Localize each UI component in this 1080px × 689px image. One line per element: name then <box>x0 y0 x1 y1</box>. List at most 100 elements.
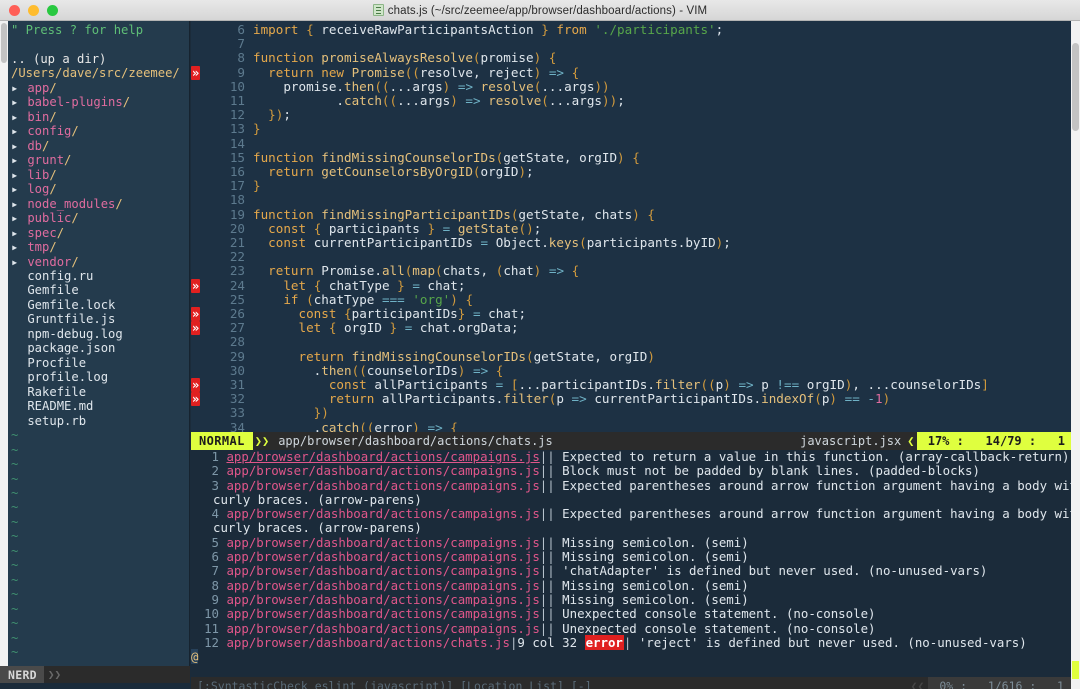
code-line[interactable]: 13 } <box>191 122 989 136</box>
nerdtree-dir-tmp[interactable]: ▸ tmp/ <box>9 240 189 254</box>
location-list-row[interactable]: 12 app/browser/dashboard/actions/chats.j… <box>191 636 1071 650</box>
code-line[interactable]: »31 const allParticipants = [...particip… <box>191 378 989 392</box>
chevron-right-icon[interactable]: ▸ <box>11 124 20 138</box>
code-line[interactable]: 15 function findMissingCounselorIDs(getS… <box>191 151 989 165</box>
code-line[interactable]: »27 let { orgID } = chat.orgData; <box>191 321 989 335</box>
nerdtree-file-README.md[interactable]: README.md <box>9 399 189 413</box>
location-list-row[interactable]: 10 app/browser/dashboard/actions/campaig… <box>191 607 1071 621</box>
code-editor-pane[interactable]: 6 import { receiveRawParticipantsAction … <box>191 21 1071 432</box>
nerdtree-file-Gemfile.lock[interactable]: Gemfile.lock <box>9 298 189 312</box>
location-list-file[interactable]: app/browser/dashboard/actions/campaigns.… <box>226 578 539 593</box>
location-list-file[interactable]: app/browser/dashboard/actions/campaigns.… <box>226 463 539 478</box>
nerdtree-dir-public[interactable]: ▸ public/ <box>9 211 189 225</box>
location-list-row[interactable]: 1 app/browser/dashboard/actions/campaign… <box>191 450 1071 464</box>
code-line[interactable]: »9 return new Promise((resolve, reject) … <box>191 66 989 80</box>
location-list-file[interactable]: app/browser/dashboard/actions/campaigns.… <box>226 563 539 578</box>
nerdtree-file-Gemfile[interactable]: Gemfile <box>9 283 189 297</box>
location-list-file[interactable]: app/browser/dashboard/actions/chats.js <box>226 635 509 650</box>
location-list-row[interactable]: 2 app/browser/dashboard/actions/campaign… <box>191 464 1071 478</box>
location-list-file[interactable]: app/browser/dashboard/actions/campaigns.… <box>226 450 539 464</box>
nerdtree-dir-db[interactable]: ▸ db/ <box>9 139 189 153</box>
code-line[interactable]: 6 import { receiveRawParticipantsAction … <box>191 23 989 37</box>
location-list-row[interactable]: 4 app/browser/dashboard/actions/campaign… <box>191 507 1071 521</box>
code-line[interactable]: 12 }); <box>191 108 989 122</box>
code-line[interactable]: 22 <box>191 250 989 264</box>
location-list-row[interactable]: 6 app/browser/dashboard/actions/campaign… <box>191 550 1071 564</box>
nerdtree-dir-node_modules[interactable]: ▸ node_modules/ <box>9 197 189 211</box>
code-line[interactable]: 20 const { participants } = getState(); <box>191 222 989 236</box>
code-line[interactable]: »26 const {participantIDs} = chat; <box>191 307 989 321</box>
nerdtree-dir-babel-plugins[interactable]: ▸ babel-plugins/ <box>9 95 189 109</box>
code-line[interactable]: 21 const currentParticipantIDs = Object.… <box>191 236 989 250</box>
nerdtree-dir-log[interactable]: ▸ log/ <box>9 182 189 196</box>
nerdtree-dir-bin[interactable]: ▸ bin/ <box>9 110 189 124</box>
location-list-file[interactable]: app/browser/dashboard/actions/campaigns.… <box>226 592 539 607</box>
chevron-right-icon[interactable]: ▸ <box>11 197 20 211</box>
nerdtree-file-config.ru[interactable]: config.ru <box>9 269 189 283</box>
editor-scrollbar-thumb[interactable] <box>1072 43 1079 131</box>
sidebar-scrollbar[interactable] <box>0 21 8 666</box>
chevron-right-icon[interactable]: ▸ <box>11 139 20 153</box>
code-line[interactable]: 11 .catch((...args) => resolve(...args))… <box>191 94 989 108</box>
nerdtree-dir-config[interactable]: ▸ config/ <box>9 124 189 138</box>
nerdtree-dir-vendor[interactable]: ▸ vendor/ <box>9 255 189 269</box>
chevron-right-icon[interactable]: ▸ <box>11 255 20 269</box>
code-line[interactable]: 16 return getCounselorsByOrgID(orgID); <box>191 165 989 179</box>
location-list-row[interactable]: 7 app/browser/dashboard/actions/campaign… <box>191 564 1071 578</box>
code-line[interactable]: 10 promise.then((...args) => resolve(...… <box>191 80 989 94</box>
code-line[interactable]: 7 <box>191 37 989 51</box>
code-line[interactable]: 19 function findMissingParticipantIDs(ge… <box>191 208 989 222</box>
nerdtree-dir-app[interactable]: ▸ app/ <box>9 81 189 95</box>
chevron-right-icon[interactable]: ▸ <box>11 226 20 240</box>
chevron-right-icon[interactable]: ▸ <box>11 168 20 182</box>
nerdtree-root-path[interactable]: /Users/dave/src/zeemee/ <box>9 66 189 80</box>
location-list-row[interactable]: 9 app/browser/dashboard/actions/campaign… <box>191 593 1071 607</box>
location-list-row[interactable]: 8 app/browser/dashboard/actions/campaign… <box>191 579 1071 593</box>
chevron-right-icon[interactable]: ▸ <box>11 211 20 225</box>
location-list-file[interactable]: app/browser/dashboard/actions/campaigns.… <box>226 549 539 564</box>
editor-scrollbar[interactable] <box>1071 21 1080 689</box>
chevron-right-icon[interactable]: ▸ <box>11 95 20 109</box>
code-line[interactable]: 34 .catch((error) => { <box>191 421 989 432</box>
code-line[interactable]: 17 } <box>191 179 989 193</box>
nerdtree-file-profile.log[interactable]: profile.log <box>9 370 189 384</box>
nerdtree-file-Gruntfile.js[interactable]: Gruntfile.js <box>9 312 189 326</box>
nerdtree-sidebar[interactable]: " Press ? for help .. (up a dir)/Users/d… <box>0 21 190 666</box>
code-line[interactable]: 29 return findMissingCounselorIDs(getSta… <box>191 350 989 364</box>
code-line[interactable]: »32 return allParticipants.filter(p => c… <box>191 392 989 406</box>
code-line[interactable]: 25 if (chatType === 'org') { <box>191 293 989 307</box>
nerdtree-file-Rakefile[interactable]: Rakefile <box>9 385 189 399</box>
chevron-right-icon[interactable]: ▸ <box>11 110 20 124</box>
nerdtree-file-Procfile[interactable]: Procfile <box>9 356 189 370</box>
nerdtree-file-package.json[interactable]: package.json <box>9 341 189 355</box>
location-list-file[interactable]: app/browser/dashboard/actions/campaigns.… <box>226 478 539 493</box>
nerdtree-dir-grunt[interactable]: ▸ grunt/ <box>9 153 189 167</box>
nerdtree-dir-lib[interactable]: ▸ lib/ <box>9 168 189 182</box>
editor-scrollbar-marker[interactable] <box>1072 661 1079 679</box>
code-line[interactable]: 28 <box>191 335 989 349</box>
code-line[interactable]: 14 <box>191 137 989 151</box>
location-list-row[interactable]: 3 app/browser/dashboard/actions/campaign… <box>191 479 1071 493</box>
code-line[interactable]: 30 .then((counselorIDs) => { <box>191 364 989 378</box>
chevron-right-icon[interactable]: ▸ <box>11 182 20 196</box>
location-list-file[interactable]: app/browser/dashboard/actions/campaigns.… <box>226 506 539 521</box>
location-list-file[interactable]: app/browser/dashboard/actions/campaigns.… <box>226 535 539 550</box>
sidebar-scrollbar-thumb[interactable] <box>1 23 7 63</box>
nerdtree-up-a-dir[interactable]: .. (up a dir) <box>9 52 189 66</box>
location-list-row[interactable]: 5 app/browser/dashboard/actions/campaign… <box>191 536 1071 550</box>
code-line[interactable]: 33 }) <box>191 406 989 420</box>
code-line[interactable]: 8 function promiseAlwaysResolve(promise)… <box>191 51 989 65</box>
code-line[interactable]: 18 <box>191 193 989 207</box>
nerdtree-file-npm-debug.log[interactable]: npm-debug.log <box>9 327 189 341</box>
chevron-right-icon[interactable]: ▸ <box>11 81 20 95</box>
location-list-file[interactable]: app/browser/dashboard/actions/campaigns.… <box>226 606 539 621</box>
nerdtree-file-setup.rb[interactable]: setup.rb <box>9 414 189 428</box>
location-list-file[interactable]: app/browser/dashboard/actions/campaigns.… <box>226 621 539 636</box>
code-line[interactable]: 23 return Promise.all(map(chats, (chat) … <box>191 264 989 278</box>
location-list-row[interactable]: 11 app/browser/dashboard/actions/campaig… <box>191 622 1071 636</box>
code-line[interactable]: »24 let { chatType } = chat; <box>191 279 989 293</box>
location-list-pane[interactable]: 1 app/browser/dashboard/actions/campaign… <box>191 450 1071 677</box>
nerdtree-dir-spec[interactable]: ▸ spec/ <box>9 226 189 240</box>
chevron-right-icon[interactable]: ▸ <box>11 240 20 254</box>
chevron-right-icon[interactable]: ▸ <box>11 153 20 167</box>
